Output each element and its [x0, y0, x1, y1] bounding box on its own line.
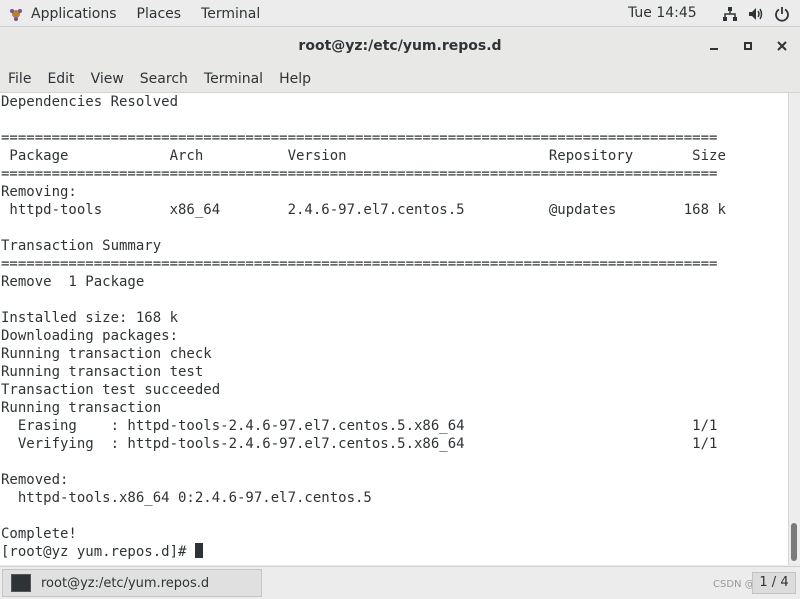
terminal-window-icon — [11, 574, 31, 592]
terminal-line: httpd-tools x86_64 2.4.6-97.el7.centos.5… — [1, 202, 726, 218]
top-bar: Applications Places Terminal Tue 14:45 — [0, 0, 800, 27]
terminal-output[interactable]: Dependencies Resolved ==================… — [0, 93, 788, 565]
terminal-line: Downloading packages: — [1, 328, 179, 344]
terminal-line: Verifying : httpd-tools-2.4.6-97.el7.cen… — [1, 436, 718, 452]
applications-icon — [8, 6, 24, 22]
system-tray[interactable] — [712, 0, 790, 27]
menu-help[interactable]: Help — [271, 71, 319, 87]
close-button[interactable] — [774, 38, 790, 54]
terminal-line: Package Arch Version Repository Size — [1, 148, 726, 164]
terminal-line: Transaction Summary — [1, 238, 162, 254]
terminal-line: Transaction test succeeded — [1, 382, 221, 398]
window-title: root@yz:/etc/yum.repos.d — [298, 38, 502, 54]
menu-view[interactable]: View — [83, 71, 132, 87]
terminal-line: Running transaction check — [1, 346, 212, 362]
terminal-line: Dependencies Resolved — [1, 94, 179, 110]
terminal-app-label: Terminal — [201, 5, 261, 22]
close-icon — [777, 41, 787, 51]
terminal-line: Running transaction test — [1, 364, 204, 380]
minimize-button[interactable] — [706, 38, 722, 54]
text-cursor — [194, 543, 203, 558]
menu-file[interactable]: File — [0, 71, 39, 87]
bottom-taskbar: root@yz:/etc/yum.repos.d CSDN @it_sar 1 … — [0, 566, 800, 599]
terminal-line: ========================================… — [1, 256, 718, 272]
maximize-button[interactable] — [740, 38, 756, 54]
terminal-line: httpd-tools.x86_64 0:2.4.6-97.el7.centos… — [1, 490, 372, 506]
scrollbar-thumb[interactable] — [791, 523, 797, 561]
terminal-line: Complete! — [1, 526, 77, 542]
taskbar-window-label: root@yz:/etc/yum.repos.d — [41, 575, 210, 591]
terminal-line: Erasing : httpd-tools-2.4.6-97.el7.cento… — [1, 418, 718, 434]
terminal-line: Removed: — [1, 472, 69, 488]
terminal-line: ========================================… — [1, 130, 718, 146]
terminal-line: ========================================… — [1, 166, 718, 182]
network-icon[interactable] — [722, 6, 738, 22]
terminal-app-menu[interactable]: Terminal — [201, 6, 260, 22]
terminal-line: Remove 1 Package — [1, 274, 145, 290]
terminal-line: Running transaction — [1, 400, 162, 416]
workspace-pager[interactable]: 1 / 4 — [752, 572, 796, 594]
terminal-menubar: File Edit View Search Terminal Help — [0, 65, 800, 93]
terminal-line: Installed size: 168 k — [1, 310, 179, 326]
taskbar-window-item[interactable]: root@yz:/etc/yum.repos.d — [2, 569, 262, 597]
volume-icon[interactable] — [748, 6, 764, 22]
places-menu[interactable]: Places — [137, 6, 182, 22]
menu-search[interactable]: Search — [132, 71, 196, 87]
terminal-scrollbar[interactable] — [788, 93, 800, 565]
maximize-icon — [744, 42, 752, 50]
terminal-prompt-line[interactable]: [root@yz yum.repos.d]# — [0, 543, 788, 561]
window-titlebar[interactable]: root@yz:/etc/yum.repos.d — [0, 27, 800, 65]
clock[interactable]: Tue 14:45 — [628, 0, 697, 27]
applications-label: Applications — [31, 5, 117, 22]
applications-menu[interactable]: Applications — [8, 6, 117, 22]
menu-edit[interactable]: Edit — [39, 71, 82, 87]
places-label: Places — [136, 5, 182, 22]
terminal-line: Removing: — [1, 184, 77, 200]
shell-prompt: [root@yz yum.repos.d]# — [1, 544, 195, 560]
menu-terminal[interactable]: Terminal — [196, 71, 271, 87]
power-icon[interactable] — [774, 6, 790, 22]
minimize-icon — [710, 48, 718, 50]
